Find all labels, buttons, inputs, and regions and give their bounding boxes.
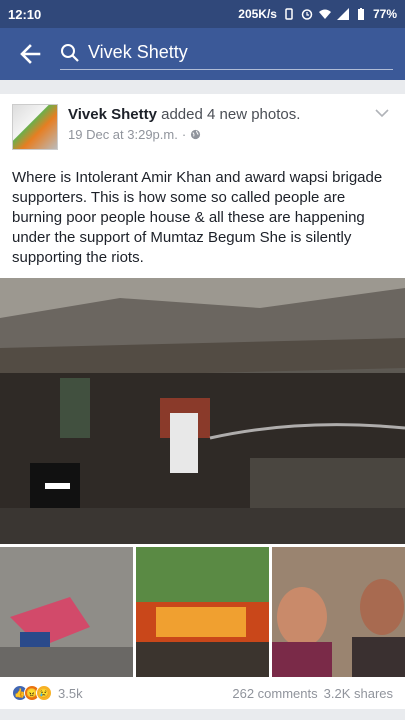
photo-row [0,547,405,677]
status-bar: 12:10 205K/s 77% [0,0,405,28]
thumb-photo[interactable] [136,547,269,677]
post-action: added 4 new photos. [161,106,301,123]
feed-gap [0,80,405,94]
injured-people-photo [272,547,405,677]
post-header: Vivek Shetty added 4 new photos. 19 Dec … [0,94,405,150]
author-name[interactable]: Vivek Shetty [68,106,157,123]
search-field[interactable]: Vivek Shetty [60,38,393,70]
vibrate-icon [285,8,293,20]
avatar[interactable] [12,104,58,150]
wifi-icon [318,9,331,19]
thumb-photo[interactable] [272,547,405,677]
burning-house-photo [0,278,405,544]
reaction-count: 3.5k [58,685,83,701]
post-footer: 👍 😠 😢 3.5k 262 comments 3.2K shares [0,677,405,709]
alarm-icon [301,9,313,20]
street-debris-photo [0,547,133,677]
chevron-down-icon[interactable] [375,108,389,118]
battery-icon [357,8,364,20]
public-globe-icon [191,129,201,140]
shares-count[interactable]: 3.2K shares [324,686,393,701]
search-query: Vivek Shetty [88,42,188,62]
comments-count[interactable]: 262 comments [232,686,317,701]
post-header-text: Vivek Shetty added 4 new photos. 19 Dec … [68,104,300,150]
post-timestamp[interactable]: 19 Dec at 3:29p.m. [68,127,178,142]
reactions-summary[interactable]: 👍 😠 😢 3.5k [12,685,83,701]
clock: 12:10 [8,6,42,22]
search-icon [61,43,79,62]
sad-reaction-icon: 😢 [36,685,52,701]
network-speed: 205K/s [238,7,277,21]
thumb-photo[interactable] [0,547,133,677]
signal-icon [336,8,349,20]
author-line: Vivek Shetty added 4 new photos. [68,106,300,123]
house-fire-photo [136,547,269,677]
meta-separator: · [181,127,187,142]
post-meta: 19 Dec at 3:29p.m. · [68,127,300,142]
back-button[interactable] [12,36,48,72]
post-card: Vivek Shetty added 4 new photos. 19 Dec … [0,94,405,709]
main-photo[interactable] [0,278,405,544]
engagement-stats: 262 comments 3.2K shares [232,686,393,701]
app-bar: Vivek Shetty [0,28,405,80]
post-body: Where is Intolerant Amir Khan and award … [12,169,383,266]
back-arrow-icon [20,44,41,64]
battery-level: 77% [372,7,397,21]
status-indicators: 205K/s 77% [238,7,397,21]
